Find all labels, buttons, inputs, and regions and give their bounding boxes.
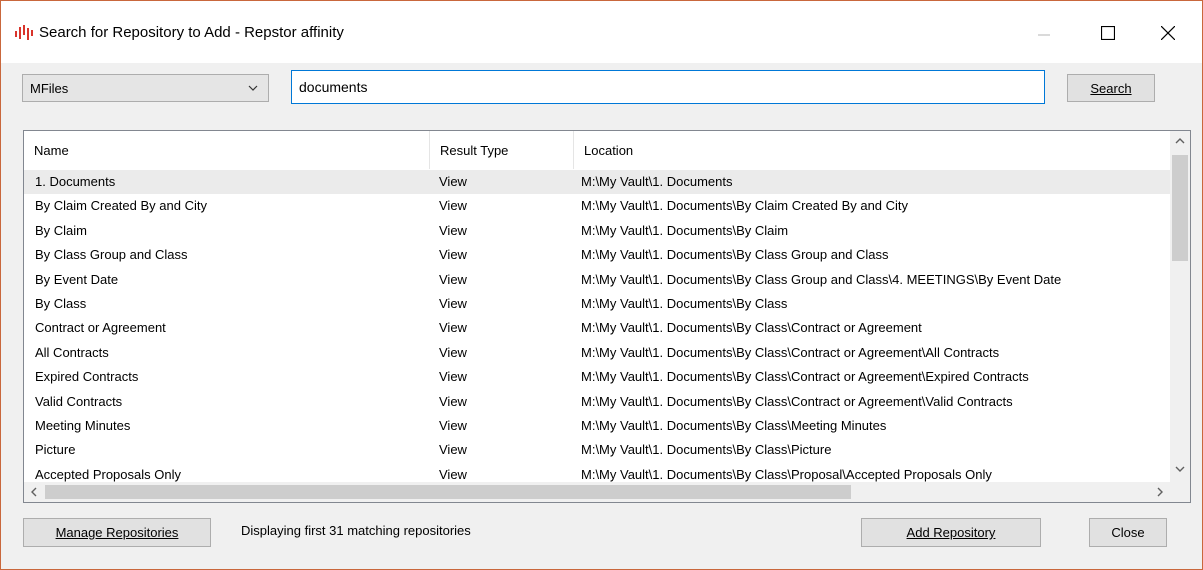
row-name: Contract or Agreement <box>35 320 166 336</box>
table-row[interactable]: By Event Date View M:\My Vault\1. Document… <box>24 268 1170 292</box>
row-location: M:\My Vault\1. Documents\By Class\Meetin… <box>581 417 887 433</box>
row-location: M:\My Vault\1. Documents\By Claim Create… <box>581 198 909 214</box>
horizontal-scrollbar[interactable] <box>24 482 1170 502</box>
status-text: Displaying first 31 matching repositorie… <box>241 523 471 538</box>
table-row[interactable]: By Class View M:\My Vault\1. Documents\By … <box>24 292 1170 316</box>
manage-repositories-button[interactable]: Manage Repositories <box>23 518 211 547</box>
table-row[interactable]: Picture View M:\My Vault\1. Documents\By C… <box>24 438 1170 462</box>
chevron-right-icon <box>1157 487 1163 497</box>
table-row[interactable]: Expired Contracts View M:\My Vault\1. Docu… <box>24 365 1170 389</box>
scrollbar-corner <box>1170 482 1190 502</box>
row-type: View <box>439 369 467 385</box>
row-name: Picture <box>35 442 76 458</box>
row-name: By Class <box>35 295 87 311</box>
horizontal-scroll-thumb[interactable] <box>45 485 851 499</box>
chevron-down-icon <box>248 85 258 91</box>
table-row[interactable]: 1. Documents View M:\My Vault\1. Documents <box>24 170 1170 195</box>
row-type: View <box>439 442 467 458</box>
row-type: View <box>439 271 467 287</box>
row-name: Meeting Minutes <box>35 417 131 433</box>
minimize-icon <box>1038 34 1050 36</box>
scroll-right-button[interactable] <box>1150 482 1170 502</box>
row-name: By Class Group and Class <box>35 247 188 263</box>
close-icon <box>1161 26 1175 40</box>
results-list[interactable]: Name Result Type Location 1. Documents Vi… <box>23 130 1191 503</box>
dialog-window: Search for Repository to Add - Repstor a… <box>0 0 1203 570</box>
maximize-icon <box>1101 26 1115 40</box>
row-type: View <box>439 295 467 311</box>
repstor-logo-icon <box>15 25 33 40</box>
manage-repositories-label: Manage Repositories <box>55 525 179 540</box>
scroll-down-button[interactable] <box>1170 459 1190 479</box>
row-location: M:\My Vault\1. Documents\By Class\Contra… <box>581 393 1013 409</box>
row-type: View <box>439 393 467 409</box>
repository-type-select[interactable]: MFiles <box>22 74 269 102</box>
scroll-left-button[interactable] <box>24 482 44 502</box>
row-location: M:\My Vault\1. Documents <box>581 174 733 189</box>
close-button-label: Close <box>1111 525 1145 540</box>
table-row[interactable]: By Claim View M:\My Vault\1. Documents\By … <box>24 219 1170 243</box>
add-repository-label: Add Repository <box>906 525 996 540</box>
chevron-up-icon <box>1175 138 1185 144</box>
row-name: 1. Documents <box>35 174 116 189</box>
maximize-button[interactable] <box>1085 15 1131 51</box>
row-location: M:\My Vault\1. Documents\By Class\Contra… <box>581 369 1029 385</box>
chevron-down-icon <box>1175 466 1185 472</box>
list-header: Name Result Type Location <box>24 131 1170 169</box>
column-header-result-type[interactable]: Result Type <box>430 131 574 169</box>
row-name: Expired Contracts <box>35 369 139 385</box>
search-button[interactable]: Search <box>1067 74 1155 102</box>
table-row[interactable]: Meeting Minutes View M:\My Vault\1. Docume… <box>24 414 1170 438</box>
row-name: Valid Contracts <box>35 393 123 409</box>
row-location: M:\My Vault\1. Documents\By Class\Contra… <box>581 344 1000 360</box>
row-name: By Event Date <box>35 271 119 287</box>
repository-type-value: MFiles <box>30 81 69 96</box>
row-type: View <box>439 174 467 189</box>
title-bar[interactable]: Search for Repository to Add - Repstor a… <box>1 1 1202 63</box>
table-row[interactable]: By Class Group and Class View M:\My Vault\… <box>24 243 1170 267</box>
row-type: View <box>439 222 467 238</box>
minimize-button[interactable] <box>1021 15 1067 51</box>
row-type: View <box>439 247 467 263</box>
add-repository-button[interactable]: Add Repository <box>861 518 1041 547</box>
table-row[interactable]: All Contracts View M:\My Vault\1. Document… <box>24 341 1170 365</box>
row-location: M:\My Vault\1. Documents\By Class Group … <box>581 247 889 263</box>
row-type: View <box>439 320 467 336</box>
chevron-left-icon <box>31 487 37 497</box>
close-button[interactable]: Close <box>1089 518 1167 547</box>
list-rows: 1. Documents View M:\My Vault\1. Documents… <box>24 170 1170 487</box>
row-type: View <box>439 344 467 360</box>
row-location: M:\My Vault\1. Documents\By Class\Contra… <box>581 320 922 336</box>
row-location: M:\My Vault\1. Documents\By Class\Pictur… <box>581 442 832 458</box>
row-type: View <box>439 198 467 214</box>
column-header-location[interactable]: Location <box>574 131 1170 169</box>
close-window-button[interactable] <box>1145 15 1191 51</box>
row-name: By Claim <box>35 222 88 238</box>
column-header-name[interactable]: Name <box>24 131 430 169</box>
table-row[interactable]: Valid Contracts View M:\My Vault\1. Docume… <box>24 390 1170 414</box>
row-name: By Claim Created By and City <box>35 198 207 214</box>
row-location: M:\My Vault\1. Documents\By Claim <box>581 222 789 238</box>
table-row[interactable]: By Claim Created By and City View M:\My Va… <box>24 194 1170 218</box>
row-location: M:\My Vault\1. Documents\By Class Group … <box>581 271 1062 287</box>
table-row[interactable]: Contract or Agreement View M:\My Vault\1. … <box>24 316 1170 340</box>
row-type: View <box>439 417 467 433</box>
scroll-up-button[interactable] <box>1170 131 1190 151</box>
vertical-scroll-thumb[interactable] <box>1172 155 1188 261</box>
vertical-scrollbar[interactable] <box>1170 131 1190 482</box>
window-title: Search for Repository to Add - Repstor a… <box>39 24 344 41</box>
row-location: M:\My Vault\1. Documents\By Class <box>581 295 788 311</box>
row-name: All Contracts <box>35 344 109 360</box>
search-input[interactable] <box>291 70 1045 104</box>
search-button-label: Search <box>1090 80 1132 96</box>
